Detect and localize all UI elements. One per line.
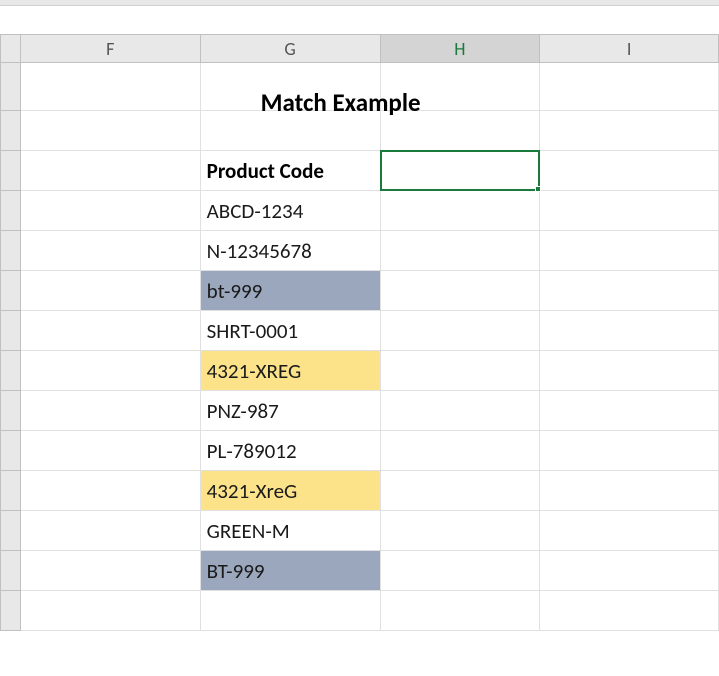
data-cell[interactable]: 4321-XreG <box>200 471 380 511</box>
row-header[interactable] <box>1 191 21 231</box>
cell[interactable] <box>380 591 540 631</box>
row-header[interactable] <box>1 351 21 391</box>
cell[interactable] <box>540 471 719 511</box>
cell[interactable] <box>380 231 540 271</box>
cell[interactable] <box>20 151 200 191</box>
cell[interactable] <box>380 551 540 591</box>
select-all-corner[interactable] <box>1 35 21 63</box>
cell[interactable] <box>380 471 540 511</box>
cell-value: GREEN-M <box>207 518 290 544</box>
cell[interactable] <box>20 431 200 471</box>
row-header[interactable] <box>1 591 21 631</box>
data-cell[interactable]: ABCD-1234 <box>200 191 380 231</box>
cell[interactable] <box>20 351 200 391</box>
cell[interactable] <box>540 151 719 191</box>
column-header-G[interactable]: G <box>200 35 380 63</box>
row-header[interactable] <box>1 231 21 271</box>
row-header[interactable] <box>1 151 21 191</box>
row-header[interactable] <box>1 551 21 591</box>
row-header[interactable] <box>1 471 21 511</box>
cell[interactable] <box>380 191 540 231</box>
cell[interactable] <box>540 591 719 631</box>
row-header[interactable] <box>1 391 21 431</box>
header-text: Product Code <box>207 158 324 184</box>
cell[interactable] <box>540 271 719 311</box>
row-header[interactable] <box>1 271 21 311</box>
selection-outline <box>380 150 541 191</box>
row-header[interactable] <box>1 431 21 471</box>
cell[interactable] <box>540 511 719 551</box>
cell[interactable] <box>20 551 200 591</box>
cell[interactable] <box>380 391 540 431</box>
column-header-F[interactable]: F <box>20 35 200 63</box>
spreadsheet-grid[interactable]: F G H I Match Example Product Code ABCD-… <box>0 34 719 631</box>
cell[interactable]: Match Example <box>200 63 380 111</box>
cell-value: SHRT-0001 <box>207 318 299 344</box>
cell[interactable] <box>20 591 200 631</box>
cell[interactable] <box>540 311 719 351</box>
data-cell[interactable]: BT-999 <box>200 551 380 591</box>
data-cell[interactable]: GREEN-M <box>200 511 380 551</box>
title-text: Match Example <box>261 87 421 118</box>
cell-product-code-header[interactable]: Product Code <box>200 151 380 191</box>
cell-value: 4321-XreG <box>207 478 298 504</box>
row-header[interactable] <box>1 63 21 111</box>
row-header[interactable] <box>1 111 21 151</box>
data-cell[interactable]: PNZ-987 <box>200 391 380 431</box>
cell[interactable] <box>380 351 540 391</box>
cell[interactable] <box>540 431 719 471</box>
cell[interactable] <box>20 471 200 511</box>
cell-value: PL-789012 <box>207 438 297 464</box>
cell[interactable] <box>540 191 719 231</box>
selected-cell[interactable] <box>380 151 540 191</box>
cell[interactable] <box>20 311 200 351</box>
data-cell[interactable]: SHRT-0001 <box>200 311 380 351</box>
column-header-H[interactable]: H <box>380 35 540 63</box>
cell[interactable] <box>20 511 200 551</box>
cell[interactable] <box>540 351 719 391</box>
cell[interactable] <box>20 111 200 151</box>
cell-value: bt-999 <box>207 278 263 304</box>
cell[interactable] <box>540 63 719 111</box>
cell[interactable] <box>540 551 719 591</box>
cell[interactable] <box>380 511 540 551</box>
cell-value: 4321-XREG <box>207 358 302 384</box>
column-header-I[interactable]: I <box>540 35 719 63</box>
cell[interactable] <box>540 391 719 431</box>
cell[interactable] <box>380 271 540 311</box>
cell[interactable] <box>540 231 719 271</box>
cell[interactable] <box>20 63 200 111</box>
row-header[interactable] <box>1 311 21 351</box>
cell[interactable] <box>20 191 200 231</box>
data-cell[interactable]: PL-789012 <box>200 431 380 471</box>
cell[interactable] <box>200 591 380 631</box>
cell[interactable] <box>380 311 540 351</box>
cell-value: PNZ-987 <box>207 398 279 424</box>
cell[interactable] <box>20 231 200 271</box>
data-cell[interactable]: 4321-XREG <box>200 351 380 391</box>
ribbon-gap <box>0 6 719 34</box>
cell-value: BT-999 <box>207 558 265 584</box>
cell[interactable] <box>380 431 540 471</box>
data-cell[interactable]: bt-999 <box>200 271 380 311</box>
row-header[interactable] <box>1 511 21 551</box>
cell[interactable] <box>20 391 200 431</box>
cell[interactable] <box>540 111 719 151</box>
data-cell[interactable]: N-12345678 <box>200 231 380 271</box>
cell[interactable] <box>20 271 200 311</box>
cell-value: N-12345678 <box>207 238 312 264</box>
cell-value: ABCD-1234 <box>207 198 304 224</box>
